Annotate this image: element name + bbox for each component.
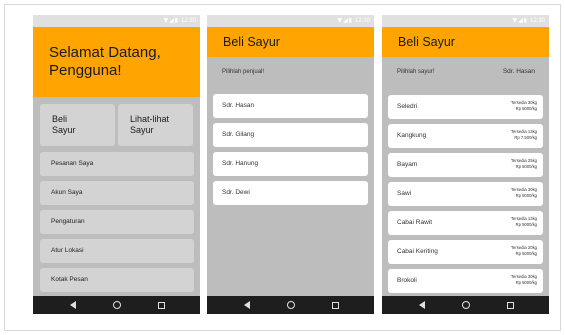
- vegetable-info: Tersedia 30kg Rp 5000/kg: [511, 100, 537, 112]
- vegetable-price: Rp 5000/kg: [515, 280, 537, 285]
- vegetable-price: Rp 5000/kg: [515, 222, 537, 227]
- vegetable-item-sawi[interactable]: Sawi Tersedia 30kg Rp 5000/kg: [388, 182, 543, 206]
- vegetable-item-brokoli[interactable]: Brokoli Tersedia 30kg Rp 5000/kg: [388, 269, 543, 293]
- welcome-title: Selamat Datang, Pengguna!: [49, 44, 161, 80]
- nav-bar: [207, 296, 374, 314]
- seller-item-gilang[interactable]: Sdr. Gilang: [213, 123, 368, 147]
- status-time: 12:30: [529, 18, 545, 24]
- page-title: Beli Sayur: [223, 35, 280, 49]
- signal-battery-icon: ▼◢▮: [337, 17, 353, 24]
- nav-bar: [33, 296, 200, 314]
- menu-item-kotak-pesan[interactable]: Kotak Pesan: [40, 268, 194, 292]
- app-bar: Beli Sayur: [207, 27, 374, 57]
- recent-apps-icon[interactable]: [500, 296, 520, 314]
- vegetable-name: Brokoli: [397, 277, 417, 284]
- app-bar: Beli Sayur: [382, 27, 549, 57]
- seller-name: Sdr. Dewi: [222, 189, 250, 196]
- vegetable-subheader: Pilihlah sayur!: [397, 69, 435, 75]
- vegetable-item-cabai-rawit[interactable]: Cabai Rawit Tersedia 13kg Rp 5000/kg: [388, 211, 543, 235]
- status-time: 12:30: [354, 18, 370, 24]
- home-icon[interactable]: [107, 296, 127, 314]
- home-icon[interactable]: [281, 296, 301, 314]
- vegetable-item-cabai-keriting[interactable]: Cabai Keriting Tersedia 20kg Rp 5000/kg: [388, 240, 543, 264]
- back-icon[interactable]: [63, 296, 83, 314]
- vegetable-name: Sawi: [397, 190, 412, 197]
- status-bar: ▼◢▮ 12:30: [382, 15, 549, 27]
- tile-label-line1: Lihat-lihat: [130, 114, 170, 124]
- welcome-title-line1: Selamat Datang,: [49, 44, 161, 61]
- status-time: 12:30: [180, 18, 196, 24]
- seller-name: Sdr. Gilang: [222, 131, 255, 138]
- vegetable-list-screen: ▼◢▮ 12:30 Beli Sayur Pilihlah sayur! Sdr.…: [382, 15, 549, 314]
- vegetable-info: Tersedia 30kg Rp 5000/kg: [511, 187, 537, 199]
- seller-item-hanung[interactable]: Sdr. Hanung: [213, 152, 368, 176]
- seller-subheader: Pilihlah penjual!: [222, 69, 265, 75]
- vegetable-info: Tersedia 30kg Rp 5000/kg: [511, 274, 537, 286]
- nav-bar: [382, 296, 549, 314]
- vegetable-item-seledri[interactable]: Seledri Tersedia 30kg Rp 5000/kg: [388, 95, 543, 119]
- vegetable-name: Cabai Rawit: [397, 219, 433, 226]
- vegetable-info: Tersedia 13kg Rp 7.500/kg: [511, 129, 537, 141]
- status-bar: ▼◢▮ 12:30: [207, 15, 374, 27]
- vegetable-name: Cabai Keriting: [397, 248, 438, 255]
- lihat-sayur-label: Lihat-lihat Sayur: [130, 114, 169, 136]
- vegetable-info: Tersedia 13kg Rp 5000/kg: [511, 216, 537, 228]
- vegetable-item-kangkung[interactable]: Kangkung Tersedia 13kg Rp 7.500/kg: [388, 124, 543, 148]
- status-bar: ▼◢▮ 12:30: [33, 15, 200, 27]
- seller-item-hasan[interactable]: Sdr. Hasan: [213, 94, 368, 118]
- menu-item-pesanan-saya[interactable]: Pesanan Saya: [40, 152, 194, 176]
- signal-battery-icon: ▼◢▮: [512, 17, 528, 24]
- signal-battery-icon: ▼◢▮: [163, 17, 179, 24]
- vegetable-info: Tersedia 20kg Rp 5000/kg: [511, 245, 537, 257]
- menu-item-label: Kotak Pesan: [51, 276, 88, 283]
- menu-item-atur-lokasi[interactable]: Atur Lokasi: [40, 239, 194, 263]
- menu-item-label: Pengaturan: [51, 218, 85, 225]
- page-title: Beli Sayur: [398, 35, 455, 49]
- beli-sayur-label: Beli Sayur: [52, 114, 76, 136]
- welcome-title-line2: Pengguna!: [49, 62, 122, 79]
- menu-item-label: Atur Lokasi: [51, 247, 84, 254]
- welcome-screen: ▼◢▮ 12:30 Selamat Datang, Pengguna! Beli …: [33, 15, 200, 314]
- back-icon[interactable]: [237, 296, 257, 314]
- vegetable-price: Rp 5000/kg: [515, 106, 537, 111]
- status-icons: ▼◢▮ 12:30: [512, 17, 545, 25]
- vegetable-name: Kangkung: [397, 132, 427, 139]
- tile-label-line1: Beli: [52, 114, 68, 124]
- recent-apps-icon[interactable]: [151, 296, 171, 314]
- back-icon[interactable]: [412, 296, 432, 314]
- lihat-sayur-tile[interactable]: Lihat-lihat Sayur: [118, 104, 193, 146]
- status-icons: ▼◢▮ 12:30: [337, 17, 370, 25]
- menu-item-label: Pesanan Saya: [51, 160, 94, 167]
- vegetable-price: Rp 5000/kg: [515, 193, 537, 198]
- menu-item-label: Akun Saya: [51, 189, 83, 196]
- vegetable-name: Bayam: [397, 161, 418, 168]
- recent-apps-icon[interactable]: [325, 296, 345, 314]
- vegetable-price: Rp 5000/kg: [515, 251, 537, 256]
- menu-item-akun-saya[interactable]: Akun Saya: [40, 181, 194, 205]
- seller-item-dewi[interactable]: Sdr. Dewi: [213, 181, 368, 205]
- status-icons: ▼◢▮ 12:30: [163, 17, 196, 25]
- home-icon[interactable]: [456, 296, 476, 314]
- vegetable-name: Seledri: [397, 103, 418, 110]
- menu-item-pengaturan[interactable]: Pengaturan: [40, 210, 194, 234]
- beli-sayur-tile[interactable]: Beli Sayur: [40, 104, 115, 146]
- vegetable-info: Tersedia 25kg Rp 5000/kg: [511, 158, 537, 170]
- seller-name: Sdr. Hasan: [222, 102, 255, 109]
- vegetable-item-bayam[interactable]: Bayam Tersedia 25kg Rp 5000/kg: [388, 153, 543, 177]
- app-bar: Selamat Datang, Pengguna!: [33, 27, 200, 97]
- selected-seller-name: Sdr. Hasan: [502, 68, 535, 75]
- tile-label-line2: Sayur: [130, 125, 154, 135]
- vegetable-price: Rp 7.500/kg: [514, 135, 537, 140]
- tile-label-line2: Sayur: [52, 125, 76, 135]
- vegetable-price: Rp 5000/kg: [515, 164, 537, 169]
- seller-list-screen: ▼◢▮ 12:30 Beli Sayur Pilihlah penjual! Sd…: [207, 15, 374, 314]
- seller-name: Sdr. Hanung: [222, 160, 259, 167]
